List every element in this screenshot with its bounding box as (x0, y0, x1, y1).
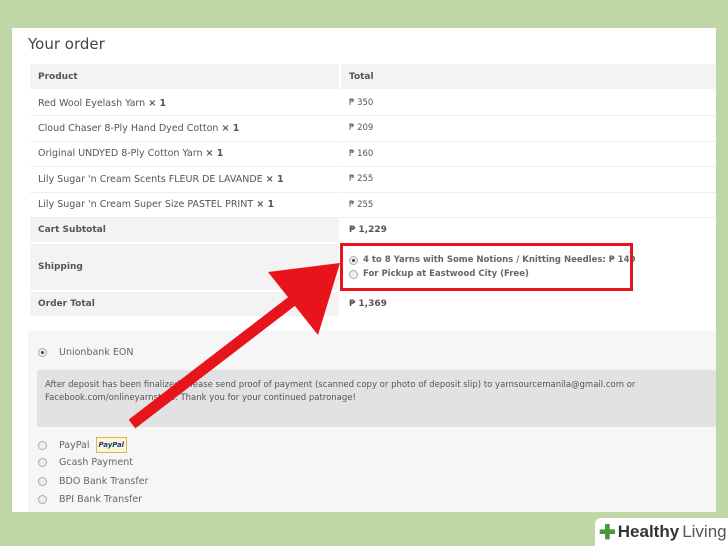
healthy-living-logo: ✚ Healthy Living (595, 518, 728, 546)
plus-icon: ✚ (599, 521, 616, 544)
red-arrow-icon (128, 263, 340, 429)
